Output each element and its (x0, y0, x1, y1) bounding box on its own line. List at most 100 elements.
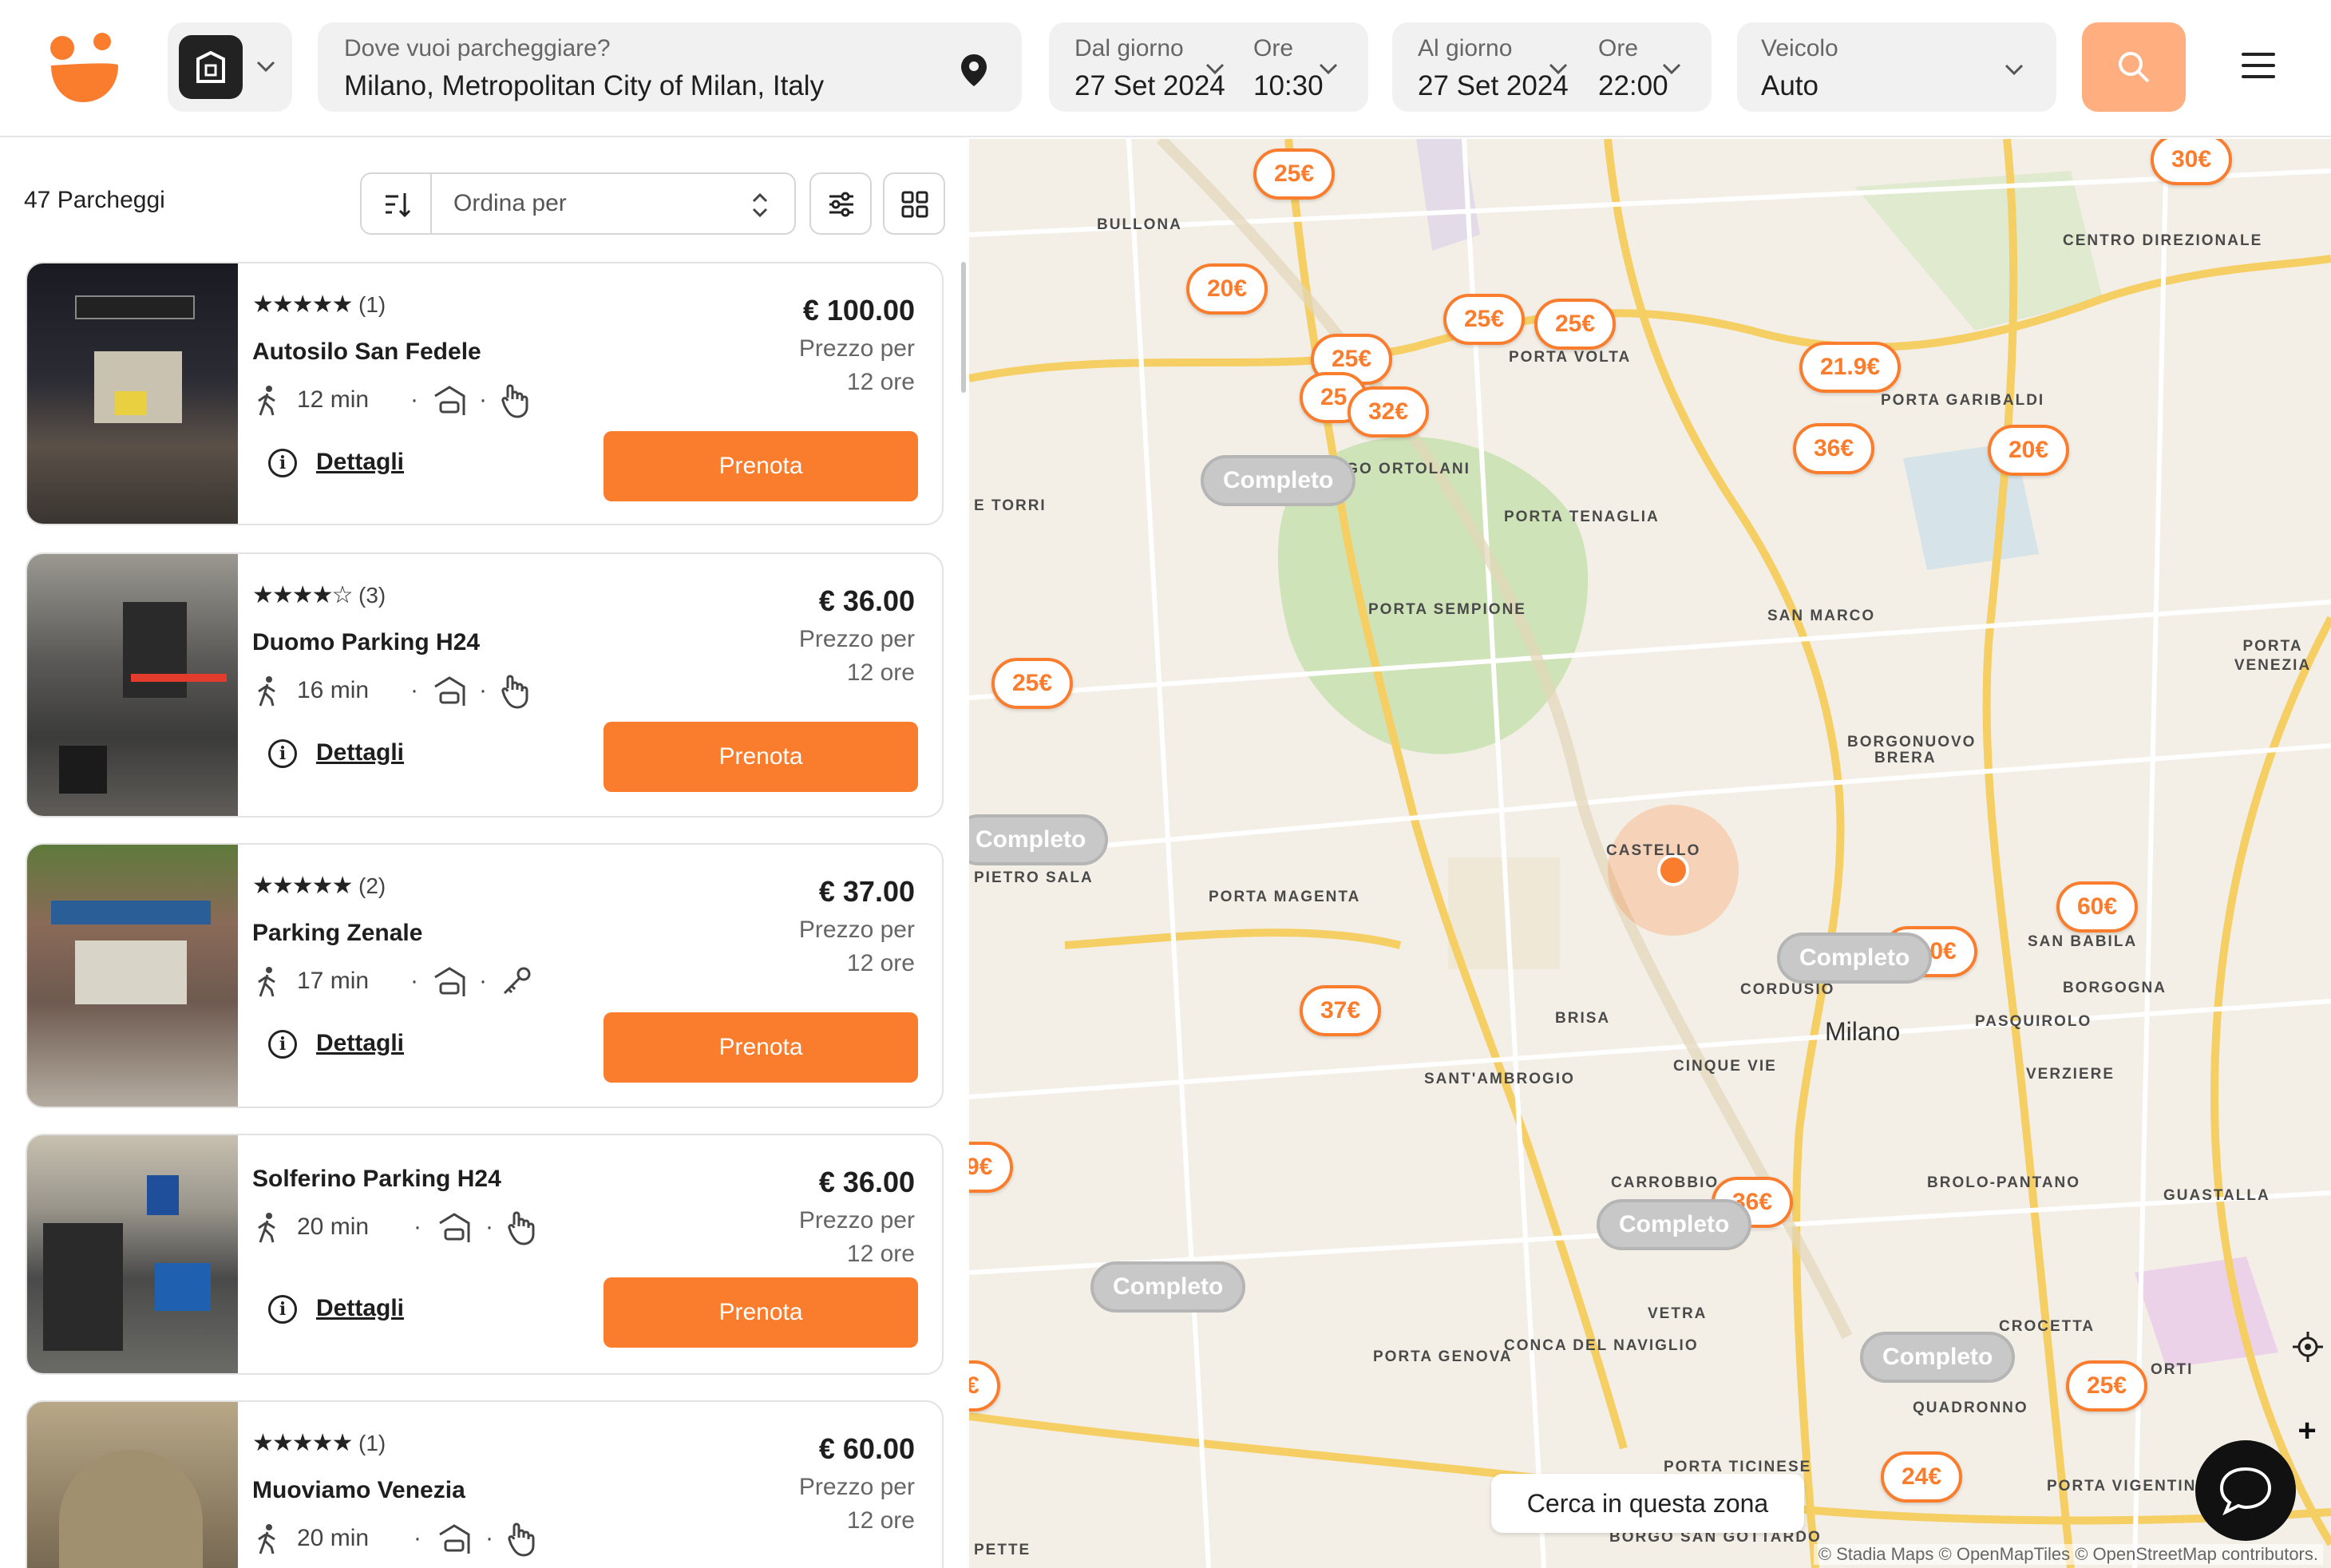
price-pin[interactable]: 25€ (2066, 1360, 2148, 1412)
price: € 36.00 (818, 584, 915, 617)
covered-garage-icon (434, 967, 465, 996)
covered-garage-icon (439, 1524, 470, 1554)
full-parking-pin[interactable]: Completo (1090, 1261, 1246, 1313)
price-pin[interactable]: 24€ (1881, 1451, 1963, 1503)
top-header: Dove vuoi parcheggiare? Milano, Metropol… (0, 0, 2331, 137)
parking-name: Muoviamo Venezia (252, 1477, 465, 1503)
brand-logo-icon[interactable] (45, 30, 125, 102)
full-parking-pin[interactable]: Completo (1597, 1199, 1752, 1250)
location-field[interactable]: Dove vuoi parcheggiare? Milano, Metropol… (318, 22, 1022, 112)
search-this-area-button[interactable]: Cerca in questa zona (1491, 1474, 1804, 1533)
info-icon[interactable]: i (268, 1295, 297, 1324)
end-time-label: Ore (1598, 35, 1639, 61)
parking-card[interactable]: ★★★★★ (1) Autosilo San Fedele 12 min · ·… (26, 262, 944, 525)
parking-card[interactable]: ★★★★★ (2) Parking Zenale 17 min · · € 37… (26, 843, 944, 1108)
end-date-value[interactable]: 27 Set 2024 (1418, 70, 1569, 102)
district-label: PORTA VOLTA (1509, 349, 1632, 366)
price-pin[interactable]: 25€ (1443, 294, 1526, 345)
start-time-value[interactable]: 10:30 (1253, 70, 1324, 102)
map-view[interactable]: BULLONA CENTRO DIREZIONALE PORTA VOLTA P… (969, 139, 2331, 1568)
full-parking-pin[interactable]: Completo (1201, 455, 1356, 506)
details-link[interactable]: Dettagli (316, 739, 404, 766)
chevron-down-icon (1549, 63, 1568, 75)
parking-name: Duomo Parking H24 (252, 629, 481, 655)
district-label: BRERA (1874, 750, 1937, 766)
map-attribution: © Stadia Maps © OpenMapTiles © OpenStree… (1813, 1544, 2323, 1565)
filters-button[interactable] (809, 172, 872, 235)
start-date-value[interactable]: 27 Set 2024 (1074, 70, 1225, 102)
results-panel: 47 Parcheggi Ordina per ★★★★★ (1) Autosi… (0, 139, 969, 1568)
book-button[interactable]: Prenota (604, 722, 918, 792)
hamburger-menu-icon[interactable] (2242, 53, 2275, 81)
walking-icon (258, 386, 275, 416)
book-button[interactable]: Prenota (604, 1012, 918, 1083)
chat-button[interactable] (2195, 1440, 2296, 1541)
start-date-field[interactable]: Dal giorno 27 Set 2024 Ore 10:30 (1049, 22, 1368, 112)
info-icon[interactable]: i (268, 449, 297, 477)
end-date-label: Al giorno (1418, 35, 1513, 61)
separator-dot: · (485, 1214, 493, 1240)
district-label: CINQUE VIE (1673, 1058, 1777, 1075)
vehicle-field[interactable]: Veicolo Auto (1737, 22, 2056, 112)
hand-touch-icon (501, 675, 528, 709)
price-pin[interactable]: 20€ (1186, 263, 1268, 315)
district-label: CONCA DEL NAVIGLIO (1504, 1337, 1699, 1354)
details-link[interactable]: Dettagli (316, 1295, 404, 1322)
chevron-down-icon (1205, 63, 1225, 75)
full-parking-pin[interactable]: Completo (969, 814, 1109, 865)
review-count: (1) (358, 1431, 386, 1455)
price-pin[interactable]: 30€ (2151, 139, 2233, 185)
full-parking-pin[interactable]: Completo (1860, 1332, 2016, 1383)
vehicle-type-selector[interactable] (168, 22, 292, 112)
parking-photo[interactable] (27, 1135, 238, 1373)
list-scrollbar[interactable] (961, 262, 966, 393)
district-label: PORTA MAGENTA (1209, 889, 1361, 905)
full-parking-pin[interactable]: Completo (1777, 932, 1933, 984)
info-icon[interactable]: i (268, 1030, 297, 1059)
district-label: VETRA (1648, 1305, 1708, 1322)
zoom-in-button[interactable]: + (2291, 1415, 2323, 1448)
price-pin[interactable]: 20€ (1988, 425, 2070, 476)
end-date-field[interactable]: Al giorno 27 Set 2024 Ore 22:00 (1392, 22, 1712, 112)
district-label: PORTA TENAGLIA (1504, 509, 1660, 525)
parking-photo[interactable] (27, 845, 238, 1107)
price-pin[interactable]: 36€ (1793, 423, 1875, 474)
parking-card[interactable]: Solferino Parking H24 20 min · · € 36.00… (26, 1134, 944, 1375)
hand-touch-icon (508, 1522, 535, 1557)
district-label: QUADRONNO (1913, 1400, 2028, 1416)
sort-dropdown[interactable]: Ordina per (360, 172, 796, 235)
parking-card[interactable]: ★★★★★ (1) Muoviamo Venezia 20 min · · € … (26, 1400, 944, 1568)
parking-photo[interactable] (27, 1402, 238, 1568)
price-pin[interactable]: 25€ (1253, 148, 1336, 200)
vehicle-value[interactable]: Auto (1761, 70, 1818, 102)
chevron-down-icon (1662, 63, 1681, 75)
district-label: PORTA GARIBALDI (1881, 392, 2045, 409)
parking-card[interactable]: ★★★★☆ (3) Duomo Parking H24 16 min · · €… (26, 552, 944, 818)
book-button[interactable]: Prenota (604, 431, 918, 501)
walk-time: 20 min (297, 1214, 370, 1240)
price-pin[interactable]: 37€ (1300, 985, 1382, 1036)
parking-photo[interactable] (27, 554, 238, 816)
details-link[interactable]: Dettagli (316, 449, 404, 476)
price-pin[interactable]: 25€ (1534, 299, 1617, 350)
walk-time: 20 min (297, 1525, 370, 1551)
details-link[interactable]: Dettagli (316, 1030, 404, 1057)
my-location-icon[interactable] (2288, 1327, 2328, 1367)
end-time-value[interactable]: 22:00 (1598, 70, 1668, 102)
updown-chevron-icon (752, 192, 768, 218)
price-pin[interactable]: 21.9€ (1799, 342, 1902, 393)
price-pin[interactable]: 25€ (991, 658, 1074, 709)
search-button[interactable] (2082, 22, 2186, 112)
book-button[interactable]: Prenota (604, 1277, 918, 1348)
grid-view-button[interactable] (883, 172, 945, 235)
location-value[interactable]: Milano, Metropolitan City of Milan, Ital… (344, 70, 824, 102)
parking-photo[interactable] (27, 263, 238, 524)
rating-stars: ★★★★★ (252, 291, 353, 318)
separator-dot: · (410, 386, 418, 413)
price-pin[interactable]: 60€ (2056, 881, 2139, 932)
separator-dot: · (479, 968, 487, 994)
price-pin[interactable]: 32€ (1348, 386, 1430, 438)
price-caption: Prezzo per 12 ore (798, 917, 915, 976)
district-label: PORTA VIGENTINA (2047, 1478, 2210, 1495)
info-icon[interactable]: i (268, 739, 297, 768)
